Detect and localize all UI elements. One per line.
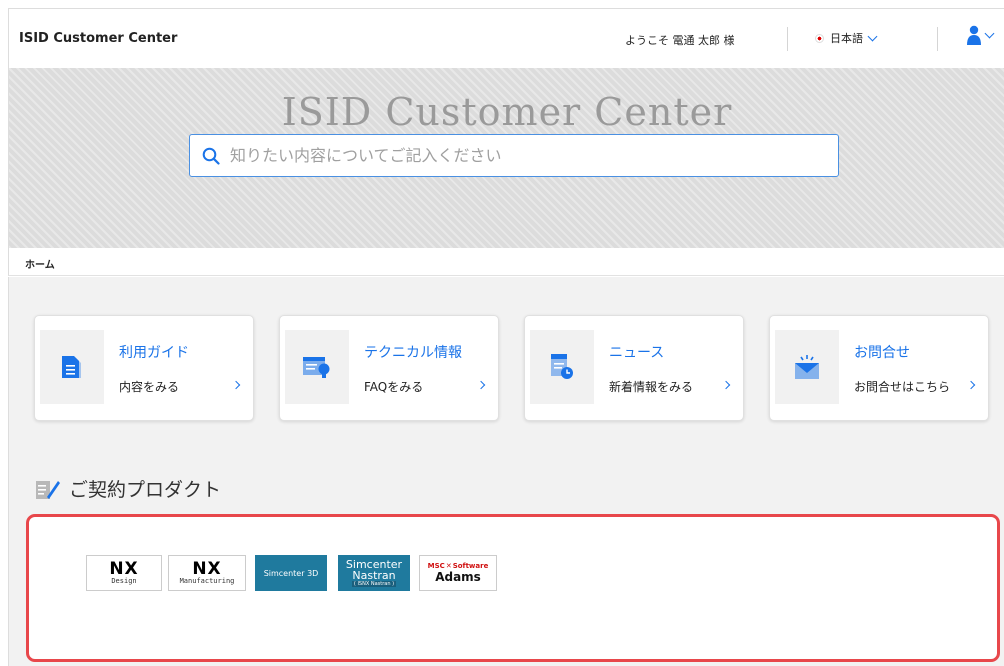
- language-selector[interactable]: 日本語: [815, 30, 878, 46]
- product-logo-nx-manufacturing[interactable]: NX Manufacturing: [168, 555, 246, 591]
- user-icon: [967, 25, 981, 45]
- japan-flag-icon: [815, 33, 824, 43]
- card-title: お問合せ: [854, 345, 910, 361]
- browser-bulb-icon: [303, 357, 330, 378]
- welcome-text: ようこそ 電通 太郎 様: [625, 34, 735, 47]
- section-title: ご契約プロダクト: [69, 479, 222, 501]
- header-divider: [787, 27, 788, 51]
- card-subtitle: 内容をみる: [119, 380, 180, 394]
- chevron-right-icon: [966, 380, 976, 390]
- product-logo-msc-adams[interactable]: MSC ✕ Software Adams: [419, 555, 497, 591]
- card-title: ニュース: [609, 345, 665, 361]
- card-technical-info[interactable]: テクニカル情報 FAQをみる: [279, 315, 499, 421]
- main-content: 利用ガイド 内容をみる テクニカル情報 FAQをみる ニュース 新着情報をみる …: [8, 277, 1004, 666]
- card-icon-box: [40, 330, 104, 404]
- product-logo-simcenter-3d[interactable]: Simcenter 3D: [255, 555, 327, 591]
- card-icon-box: [285, 330, 349, 404]
- card-icon-box: [530, 330, 594, 404]
- search-icon: [202, 147, 220, 165]
- product-logo-simcenter-nastran[interactable]: Simcenter Nastran ( ISNX Nastran ): [338, 555, 410, 591]
- language-label: 日本語: [830, 32, 863, 45]
- search-box[interactable]: [189, 134, 839, 177]
- chevron-right-icon: [721, 380, 731, 390]
- contracted-products-panel: NX Design NX Manufacturing Simcenter 3D …: [26, 514, 1000, 662]
- card-subtitle: お問合せはこちら: [854, 380, 951, 394]
- chevron-right-icon: [476, 380, 486, 390]
- msc-swoosh-icon: ✕: [445, 562, 452, 570]
- card-title: 利用ガイド: [119, 345, 189, 361]
- card-contact[interactable]: お問合せ お問合せはこちら: [769, 315, 989, 421]
- document-pen-icon: [36, 480, 60, 499]
- product-logo-nx-design[interactable]: NX Design: [86, 555, 162, 591]
- card-title: テクニカル情報: [364, 345, 462, 361]
- document-icon: [62, 356, 81, 378]
- card-news[interactable]: ニュース 新着情報をみる: [524, 315, 744, 421]
- msc-software-brand: MSC ✕ Software: [427, 562, 489, 570]
- card-subtitle: 新着情報をみる: [609, 380, 694, 394]
- news-clock-icon: [551, 354, 573, 379]
- hero-banner: ISID Customer Center: [8, 68, 1004, 248]
- app-title[interactable]: ISID Customer Center: [19, 31, 177, 46]
- chevron-down-icon: [867, 31, 878, 41]
- top-header: ISID Customer Center ようこそ 電通 太郎 様 日本語: [8, 8, 1004, 68]
- mail-icon: [795, 355, 819, 379]
- card-user-guide[interactable]: 利用ガイド 内容をみる: [34, 315, 254, 421]
- hero-title: ISID Customer Center: [281, 90, 733, 134]
- card-subtitle: FAQをみる: [364, 380, 424, 394]
- header-divider: [937, 27, 938, 51]
- products-section-heading: ご契約プロダクト: [35, 475, 221, 502]
- chevron-right-icon: [231, 380, 241, 390]
- chevron-down-icon: [984, 28, 995, 38]
- search-input[interactable]: [230, 146, 810, 165]
- breadcrumb-home[interactable]: ホーム: [25, 256, 55, 271]
- breadcrumb-bar: ホーム: [8, 248, 1004, 276]
- user-menu[interactable]: [967, 25, 995, 45]
- card-icon-box: [775, 330, 839, 404]
